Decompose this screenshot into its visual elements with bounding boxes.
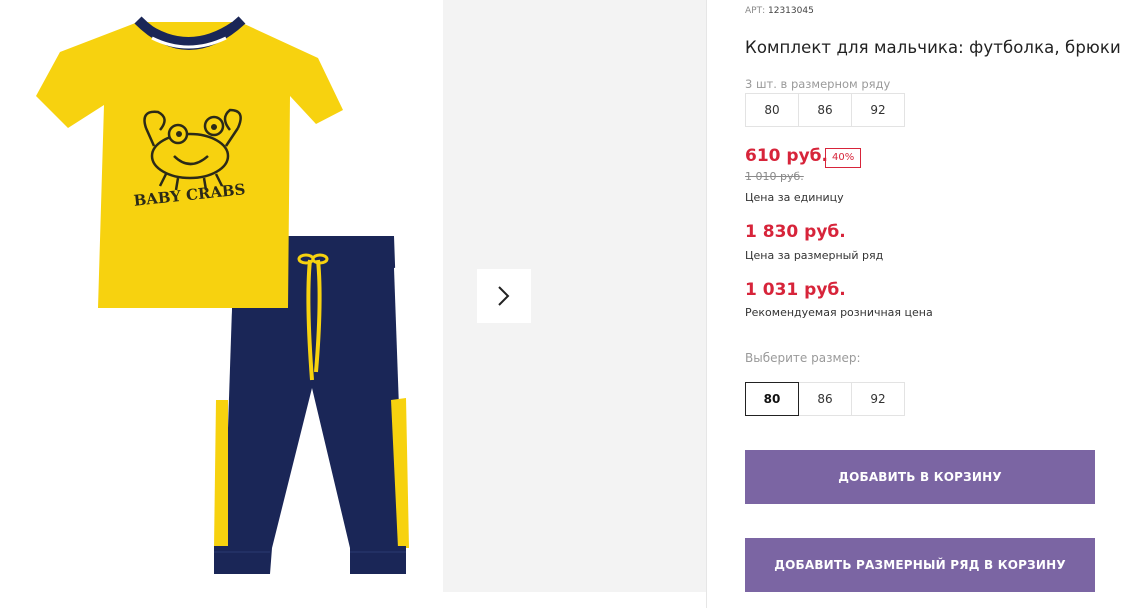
current-price: 610 руб. (745, 146, 828, 166)
discount-badge: 40% (825, 148, 862, 168)
set-note: 3 шт. в размерном ряду (745, 77, 891, 91)
size-select-label: Выберите размер: (745, 351, 861, 365)
size-selector: 80 86 92 (745, 382, 905, 416)
size-option-86[interactable]: 86 (798, 382, 852, 416)
product-image[interactable]: BABY CRABS (0, 0, 440, 608)
add-to-cart-button[interactable]: ДОБАВИТЬ В КОРЗИНУ (745, 450, 1095, 504)
set-price: 1 830 руб. (745, 222, 846, 242)
article-number: АРТ: 12313045 (745, 6, 814, 16)
set-size-86: 86 (798, 93, 852, 127)
set-price-caption: Цена за размерный ряд (745, 249, 884, 262)
column-divider (706, 0, 707, 608)
product-illustration: BABY CRABS (36, 16, 410, 574)
size-option-80[interactable]: 80 (745, 382, 799, 416)
article-value: 12313045 (768, 6, 814, 16)
product-title: Комплект для мальчика: футболка, брюки (745, 38, 1121, 57)
set-size-80: 80 (745, 93, 799, 127)
article-label: АРТ: (745, 6, 766, 16)
retail-price-caption: Рекомендуемая розничная цена (745, 306, 933, 319)
add-set-to-cart-button[interactable]: ДОБАВИТЬ РАЗМЕРНЫЙ РЯД В КОРЗИНУ (745, 538, 1095, 592)
chevron-right-icon (498, 286, 510, 306)
gallery-next-button[interactable] (477, 269, 531, 323)
retail-price: 1 031 руб. (745, 280, 846, 300)
set-size-list: 80 86 92 (745, 93, 905, 127)
unit-price-caption: Цена за единицу (745, 191, 844, 204)
old-price: 1 010 руб. (745, 170, 804, 183)
size-option-92[interactable]: 92 (851, 382, 905, 416)
set-size-92: 92 (851, 93, 905, 127)
